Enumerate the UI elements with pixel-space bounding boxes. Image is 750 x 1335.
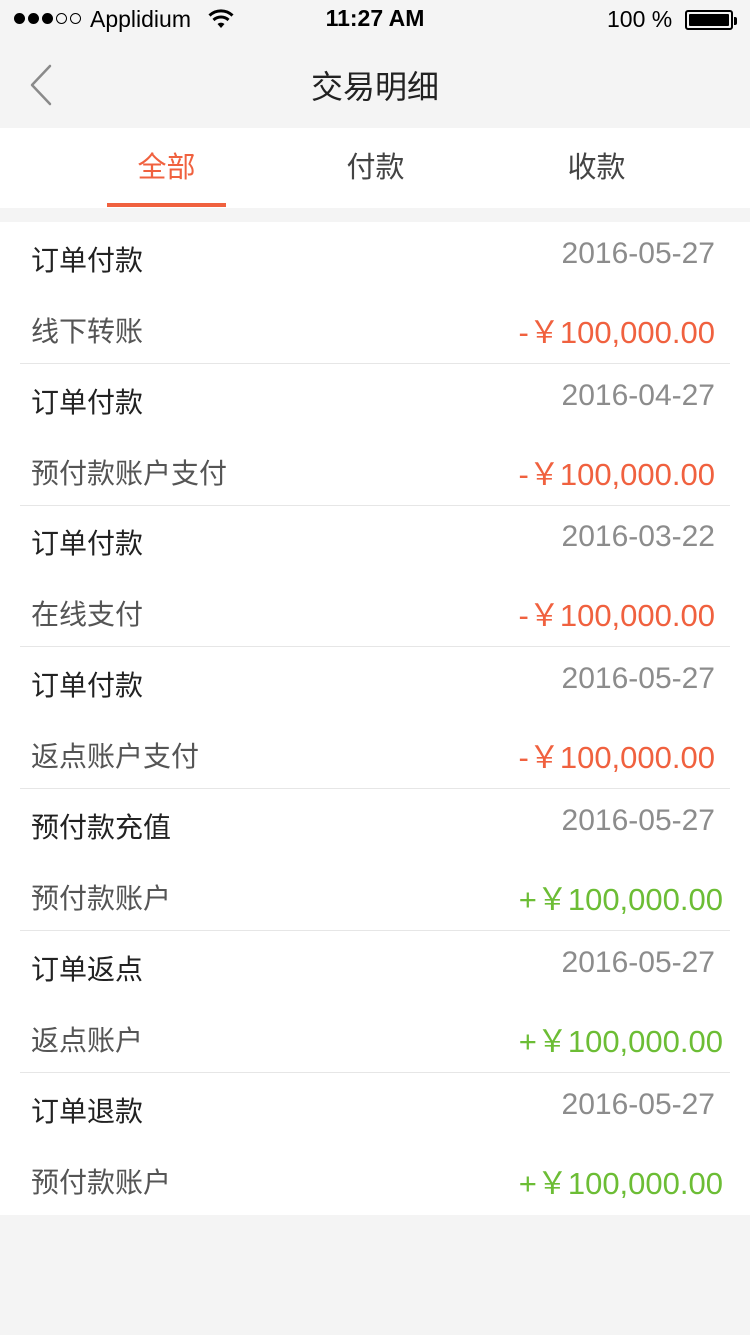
transaction-amount: -￥100,000.00 [518, 457, 715, 492]
payment-method: 预付款账户 [31, 882, 172, 915]
transaction-amount: -￥100,000.00 [518, 740, 715, 775]
transaction-date: 2016-05-27 [561, 1088, 715, 1121]
transaction-list: 订单付款 2016-05-27 线下转账 -￥100,000.00 订单付款 2… [0, 222, 750, 1215]
transaction-row[interactable]: 订单付款 2016-05-27 返点账户支付 -￥100,000.00 [0, 647, 750, 789]
transaction-date: 2016-03-22 [561, 520, 715, 553]
transaction-type: 订单付款 [31, 527, 144, 560]
transaction-row[interactable]: 订单付款 2016-03-22 在线支付 -￥100,000.00 [0, 505, 750, 647]
payment-method: 返点账户支付 [31, 740, 200, 773]
transaction-date: 2016-04-27 [561, 379, 715, 412]
transaction-amount: -￥100,000.00 [518, 315, 715, 350]
tab-receipts[interactable]: 收款 [537, 128, 656, 208]
battery-percentage: 100 % [607, 6, 673, 32]
transaction-row[interactable]: 订单付款 2016-04-27 预付款账户支付 -￥100,000.00 [0, 364, 750, 506]
transaction-type: 订单退款 [31, 1095, 144, 1128]
transaction-date: 2016-05-27 [561, 237, 715, 270]
battery-icon [685, 10, 737, 30]
page-title: 交易明细 [310, 68, 439, 106]
transaction-row[interactable]: 预付款充值 2016-05-27 预付款账户 +￥100,000.00 [0, 789, 750, 931]
payment-method: 线下转账 [31, 315, 144, 348]
transaction-amount: +￥100,000.00 [518, 1166, 723, 1201]
transaction-date: 2016-05-27 [561, 662, 715, 695]
transaction-type: 订单返点 [31, 953, 144, 986]
filter-tabs: 全部 付款 收款 [0, 128, 750, 208]
payment-method: 预付款账户支付 [31, 457, 228, 490]
payment-method: 预付款账户 [31, 1166, 172, 1199]
transaction-row[interactable]: 订单退款 2016-05-27 预付款账户 +￥100,000.00 [0, 1073, 750, 1215]
transaction-type: 预付款充值 [31, 811, 172, 844]
transaction-amount: +￥100,000.00 [518, 1024, 723, 1059]
transaction-amount: -￥100,000.00 [518, 598, 715, 633]
transaction-row[interactable]: 订单返点 2016-05-27 返点账户 +￥100,000.00 [0, 931, 750, 1073]
transaction-date: 2016-05-27 [561, 946, 715, 979]
navigation-bar: 交易明细 [0, 40, 750, 128]
tab-payments[interactable]: 付款 [316, 128, 435, 208]
transaction-row[interactable]: 订单付款 2016-05-27 线下转账 -￥100,000.00 [0, 222, 750, 364]
transaction-type: 订单付款 [31, 386, 144, 419]
transaction-type: 订单付款 [31, 669, 144, 702]
payment-method: 在线支付 [31, 598, 144, 631]
active-tab-indicator [107, 203, 226, 207]
transaction-amount: +￥100,000.00 [518, 882, 723, 917]
transaction-type: 订单付款 [31, 244, 144, 277]
tab-all[interactable]: 全部 [107, 128, 226, 208]
status-bar: Applidium 11:27 AM 100 % [0, 0, 750, 40]
payment-method: 返点账户 [31, 1024, 144, 1057]
transaction-date: 2016-05-27 [561, 804, 715, 837]
